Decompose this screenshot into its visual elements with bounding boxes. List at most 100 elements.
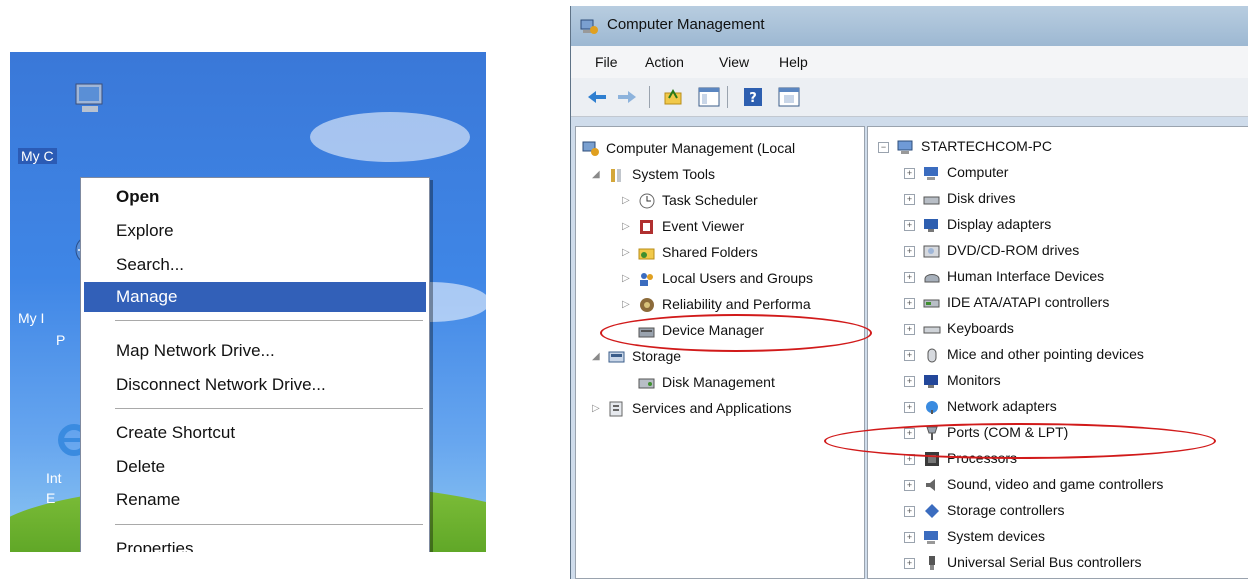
mouse-icon — [927, 348, 937, 363]
internet-explorer-label[interactable]: Int — [46, 470, 62, 486]
device-category-mice[interactable]: + Mice and other pointing devices — [904, 343, 1144, 365]
device-category-disk-drives[interactable]: + Disk drives — [904, 187, 1015, 209]
keyboard-icon — [923, 326, 941, 334]
toolbar: ? — [571, 78, 1248, 117]
menu-item-rename[interactable]: Rename — [84, 485, 426, 515]
expand-box-icon[interactable]: + — [904, 401, 915, 413]
tree-item-label: Event Viewer — [662, 218, 745, 234]
tree-item-label: Shared Folders — [662, 244, 758, 260]
collapse-triangle-icon[interactable]: ▷ — [622, 242, 634, 264]
expand-box-icon[interactable]: + — [904, 193, 915, 205]
expand-box-icon[interactable]: + — [904, 375, 915, 387]
expand-triangle-icon[interactable]: ◢ — [592, 346, 604, 368]
expand-triangle-icon[interactable]: ◢ — [592, 164, 604, 186]
expand-box-icon[interactable]: + — [904, 323, 915, 335]
menu-item-disconnect-network-drive[interactable]: Disconnect Network Drive... — [84, 370, 426, 400]
expand-box-icon[interactable]: + — [904, 297, 915, 309]
my-network-label-2[interactable]: P — [56, 332, 65, 348]
device-category-keyboards[interactable]: + Keyboards — [904, 317, 1014, 339]
tree-item-event-viewer[interactable]: ▷ Event Viewer — [622, 215, 744, 237]
expand-box-icon[interactable]: + — [904, 349, 915, 361]
back-arrow-icon[interactable] — [585, 86, 609, 108]
menu-item-properties[interactable]: Properties — [84, 534, 426, 552]
device-category-network-adapters[interactable]: + Network adapters — [904, 395, 1057, 417]
expand-box-icon[interactable]: + — [904, 167, 915, 179]
expand-box-icon[interactable]: + — [904, 531, 915, 543]
collapse-triangle-icon[interactable]: ▷ — [622, 216, 634, 238]
my-network-label[interactable]: My I — [18, 310, 44, 326]
tree-item-label: Local Users and Groups — [662, 270, 813, 286]
tree-item-local-users-and-groups[interactable]: ▷ Local Users and Groups — [622, 267, 813, 289]
tree-item-label: System Tools — [632, 166, 715, 182]
tree-item-shared-folders[interactable]: ▷ Shared Folders — [622, 241, 758, 263]
device-category-monitors[interactable]: + Monitors — [904, 369, 1001, 391]
help-icon[interactable]: ? — [741, 86, 765, 108]
disk-icon — [638, 378, 655, 389]
annotation-ring-device-manager — [600, 314, 872, 352]
up-folder-icon[interactable] — [661, 86, 685, 108]
system-devices-icon — [924, 531, 938, 545]
tree-item-task-scheduler[interactable]: ▷ Task Scheduler — [622, 189, 758, 211]
device-category-dvd-cd-rom-drives[interactable]: + DVD/CD-ROM drives — [904, 239, 1079, 261]
device-tree-root[interactable]: − STARTECHCOM-PC — [878, 135, 1052, 157]
title-bar: Computer Management — [571, 6, 1248, 46]
tree-item-label: Disk Management — [662, 374, 775, 390]
menu-item-open[interactable]: Open — [84, 182, 426, 212]
menu-help[interactable]: Help — [779, 54, 808, 70]
properties-icon[interactable] — [777, 86, 801, 108]
menu-item-explore[interactable]: Explore — [84, 216, 426, 246]
my-computer-label[interactable]: My C — [18, 148, 57, 164]
xp-desktop: My C My I P Int E Open Explore Search...… — [10, 52, 486, 552]
my-computer-icon[interactable] — [70, 80, 110, 116]
collapse-triangle-icon[interactable]: ▷ — [592, 398, 604, 420]
tree-item-system-tools[interactable]: ◢ System Tools — [592, 163, 715, 185]
expand-box-icon[interactable]: + — [904, 245, 915, 257]
dvd-drive-icon — [923, 245, 940, 258]
tree-item-disk-management[interactable]: Disk Management — [638, 371, 775, 393]
menu-item-create-shortcut[interactable]: Create Shortcut — [84, 418, 426, 448]
device-category-label: System devices — [947, 528, 1046, 544]
tree-root-computer-management[interactable]: Computer Management (Local — [582, 137, 795, 159]
menu-item-search[interactable]: Search... — [84, 250, 426, 280]
device-category-label: Disk drives — [947, 190, 1016, 206]
expand-box-icon[interactable]: + — [904, 271, 915, 283]
speaker-icon — [926, 479, 935, 492]
show-hide-tree-icon[interactable] — [697, 86, 721, 108]
annotation-ring-ports — [824, 423, 1216, 459]
forward-arrow-icon[interactable] — [615, 86, 639, 108]
device-category-sound-video-game[interactable]: + Sound, video and game controllers — [904, 473, 1163, 495]
usb-icon — [929, 556, 935, 571]
tree-item-reliability-and-performance[interactable]: ▷ Reliability and Performa — [622, 293, 811, 315]
device-category-system-devices[interactable]: + System devices — [904, 525, 1045, 547]
gauge-icon — [640, 298, 654, 313]
tree-item-services-and-applications[interactable]: ▷ Services and Applications — [592, 397, 792, 419]
menu-separator — [115, 408, 423, 409]
expand-box-icon[interactable]: + — [904, 219, 915, 231]
device-category-computer[interactable]: + Computer — [904, 161, 1008, 183]
collapse-triangle-icon[interactable]: ▷ — [622, 294, 634, 316]
collapse-triangle-icon[interactable]: ▷ — [622, 190, 634, 212]
menu-item-delete[interactable]: Delete — [84, 452, 426, 482]
device-category-ide-ata-atapi-controllers[interactable]: + IDE ATA/ATAPI controllers — [904, 291, 1109, 313]
menu-separator — [115, 320, 423, 321]
device-category-label: Network adapters — [947, 398, 1057, 414]
expand-box-icon[interactable]: + — [904, 505, 915, 517]
expand-box-icon[interactable]: + — [904, 479, 915, 491]
device-category-label: Human Interface Devices — [947, 268, 1105, 284]
menu-file[interactable]: File — [595, 54, 618, 70]
menu-view[interactable]: View — [719, 54, 749, 70]
expand-box-icon[interactable]: + — [904, 557, 915, 569]
device-category-human-interface-devices[interactable]: + Human Interface Devices — [904, 265, 1104, 287]
device-category-display-adapters[interactable]: + Display adapters — [904, 213, 1051, 235]
device-category-usb-controllers[interactable]: + Universal Serial Bus controllers — [904, 551, 1142, 573]
toolbar-separator — [649, 86, 650, 108]
collapse-box-icon[interactable]: − — [878, 141, 889, 153]
tree-root-label: Computer Management (Local — [606, 140, 796, 156]
menu-item-manage[interactable]: Manage — [84, 282, 426, 312]
menu-action[interactable]: Action — [645, 54, 684, 70]
internet-explorer-label-2[interactable]: E — [46, 490, 55, 506]
network-adapter-icon — [926, 401, 938, 415]
device-category-storage-controllers[interactable]: + Storage controllers — [904, 499, 1065, 521]
menu-item-map-network-drive[interactable]: Map Network Drive... — [84, 336, 426, 366]
collapse-triangle-icon[interactable]: ▷ — [622, 268, 634, 290]
